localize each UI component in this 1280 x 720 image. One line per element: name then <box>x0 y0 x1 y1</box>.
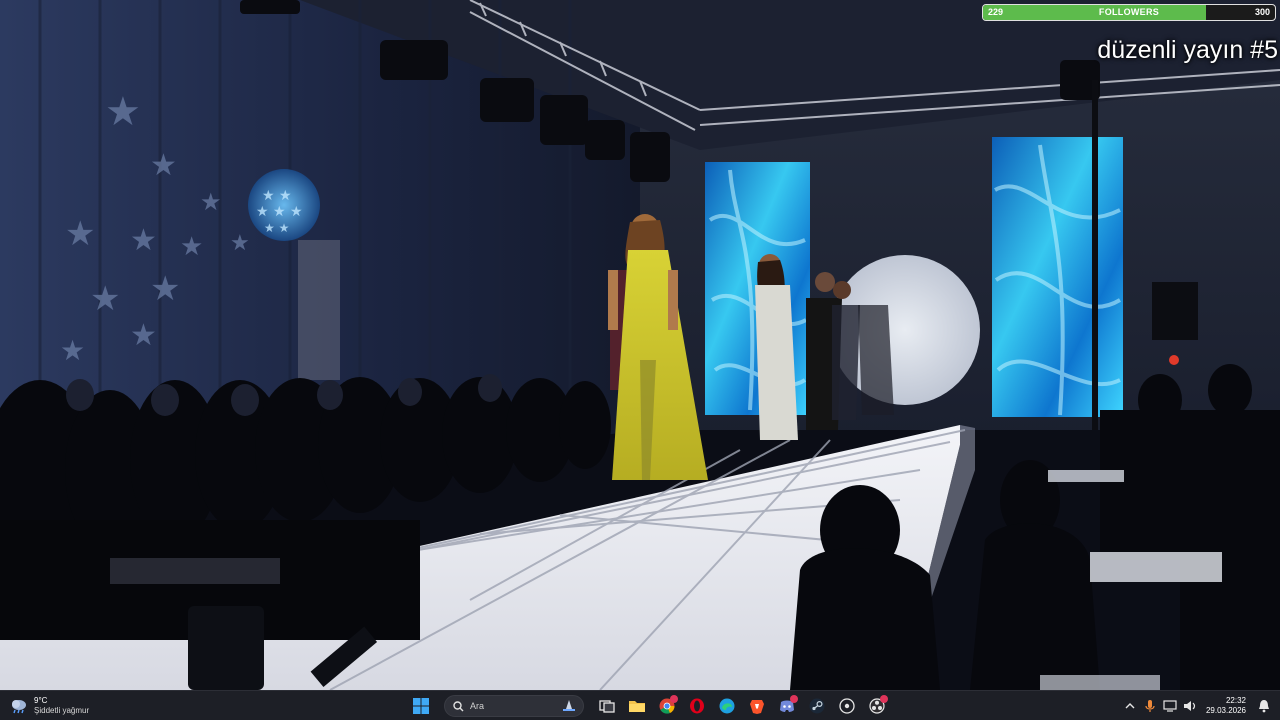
microphone-icon <box>1145 700 1155 712</box>
file-explorer-button[interactable] <box>624 694 650 718</box>
follower-goal-label: FOLLOWERS <box>1098 7 1160 17</box>
svg-text:★: ★ <box>105 89 141 135</box>
start-button[interactable] <box>408 694 434 718</box>
opera-button[interactable] <box>684 694 710 718</box>
stream-video: ★ ★ ★ ★ ★ ★ ★ ★ ★ ★ ★ ★ ★ ★ ★ ★ ★ ★ <box>0 0 1280 690</box>
media-player-icon <box>839 698 855 714</box>
svg-text:★ ★ ★: ★ ★ ★ <box>256 204 303 220</box>
taskbar-search[interactable]: Ara <box>444 695 584 717</box>
search-icon <box>453 700 464 711</box>
clock-time: 22:32 <box>1225 696 1246 705</box>
task-view-icon <box>599 700 615 713</box>
svg-text:★: ★ <box>65 214 95 254</box>
notifications-button[interactable] <box>1254 694 1274 718</box>
folder-icon <box>629 701 645 712</box>
network-icon <box>1163 700 1177 712</box>
svg-text:★: ★ <box>150 269 180 309</box>
edge-button[interactable] <box>714 694 740 718</box>
svg-text:★ ★: ★ ★ <box>264 221 289 235</box>
brave-button[interactable] <box>744 694 770 718</box>
svg-text:★: ★ <box>130 318 157 353</box>
weather-condition: Şiddetli yağmur <box>34 706 90 715</box>
search-placeholder: Ara <box>470 701 485 711</box>
clock-date: 29.03.2026 <box>1205 706 1246 715</box>
steam-button[interactable] <box>804 694 830 718</box>
svg-text:★: ★ <box>200 188 222 216</box>
svg-text:★ ★: ★ ★ <box>262 188 292 204</box>
task-view-button[interactable] <box>594 694 620 718</box>
svg-text:★: ★ <box>60 334 85 367</box>
stream-title: düzenli yayın #5 <box>1097 36 1278 64</box>
cloud-rain-icon <box>12 700 26 714</box>
svg-text:★: ★ <box>230 231 250 256</box>
recording-indicator <box>880 695 888 703</box>
discord-badge <box>790 695 798 703</box>
taskbar: 9°C Şiddetli yağmur Ara 22:32 29.03.2026 <box>0 690 1280 720</box>
speaker-icon <box>1183 701 1196 711</box>
chevron-up-icon <box>1125 703 1135 709</box>
follower-goal-bar: 229 FOLLOWERS 300 <box>982 4 1276 21</box>
svg-text:★: ★ <box>180 232 203 262</box>
microphone-button[interactable] <box>1140 694 1160 718</box>
notification-badge <box>670 695 678 703</box>
show-hidden-icons-button[interactable] <box>1120 694 1140 718</box>
windows-icon <box>413 698 429 714</box>
search-highlight-icon <box>563 700 575 711</box>
svg-text:★: ★ <box>130 223 157 258</box>
steam-icon <box>809 698 825 714</box>
discord-button[interactable] <box>774 694 800 718</box>
follower-goal-target: 300 <box>1254 7 1270 17</box>
media-player-button[interactable] <box>834 694 860 718</box>
volume-button[interactable] <box>1180 694 1200 718</box>
svg-text:★: ★ <box>90 279 120 319</box>
obs-button[interactable] <box>864 694 890 718</box>
bell-icon <box>1259 700 1269 713</box>
svg-text:★: ★ <box>150 148 177 183</box>
weather-temperature: 9°C <box>34 696 48 705</box>
chrome-button[interactable] <box>654 694 680 718</box>
weather-widget[interactable]: 9°C Şiddetli yağmur <box>10 694 89 718</box>
edge-icon <box>719 698 735 714</box>
network-button[interactable] <box>1160 694 1180 718</box>
brave-icon <box>750 700 764 714</box>
opera-icon <box>690 698 704 714</box>
system-clock[interactable]: 22:32 29.03.2026 <box>1206 696 1246 716</box>
